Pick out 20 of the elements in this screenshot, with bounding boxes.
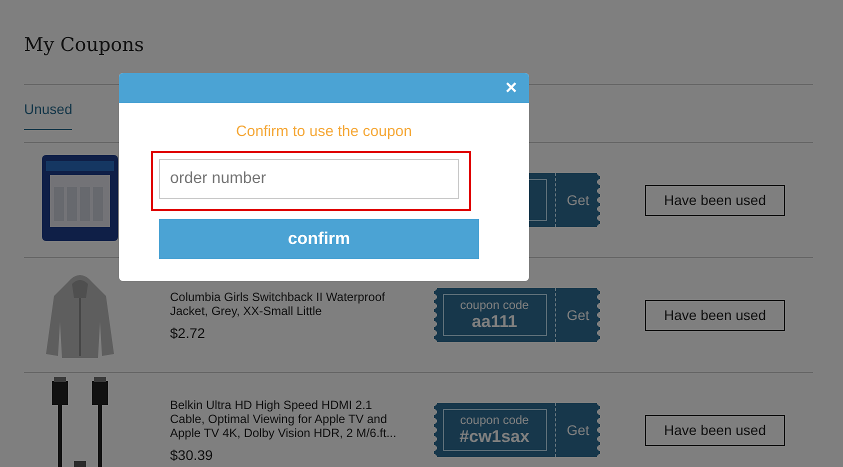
coupon-code-label: coupon code — [460, 298, 529, 312]
product-name: Belkin Ultra HD High Speed HDMI 2.1 Cable, Optimal Viewing for Apple TV and Apple TV 4K, Dolby Vision HDR, 2 M/6.ft... — [170, 398, 398, 440]
get-button[interactable]: Get — [555, 403, 600, 457]
used-status-button[interactable]: Have been used — [645, 414, 785, 446]
tab[interactable]: Unused — [24, 101, 72, 130]
product-name: Columbia Girls Switchback II Waterproof Jacket, Grey, XX-Small Little — [170, 290, 386, 318]
used-status-button[interactable]: Have been used — [645, 184, 785, 216]
get-button[interactable]: Get — [555, 173, 600, 227]
coupon-code: #cw1sax — [460, 427, 530, 447]
used-status-button[interactable]: Have been used — [645, 300, 785, 330]
confirm-button[interactable]: confirm — [159, 219, 479, 259]
dialog-title: Confirm to use the coupon — [235, 123, 413, 140]
close-button[interactable]: × — [503, 78, 519, 98]
coupon-code-label: coupon code — [460, 413, 529, 427]
product-price: $2.72 — [170, 326, 206, 340]
product-price: $30.39 — [170, 448, 214, 462]
order-number-field[interactable]: order number — [159, 159, 459, 199]
coupon-code: aa111 — [472, 312, 518, 332]
get-button[interactable]: Get — [555, 288, 600, 342]
page-title: My Coupons — [24, 33, 146, 58]
